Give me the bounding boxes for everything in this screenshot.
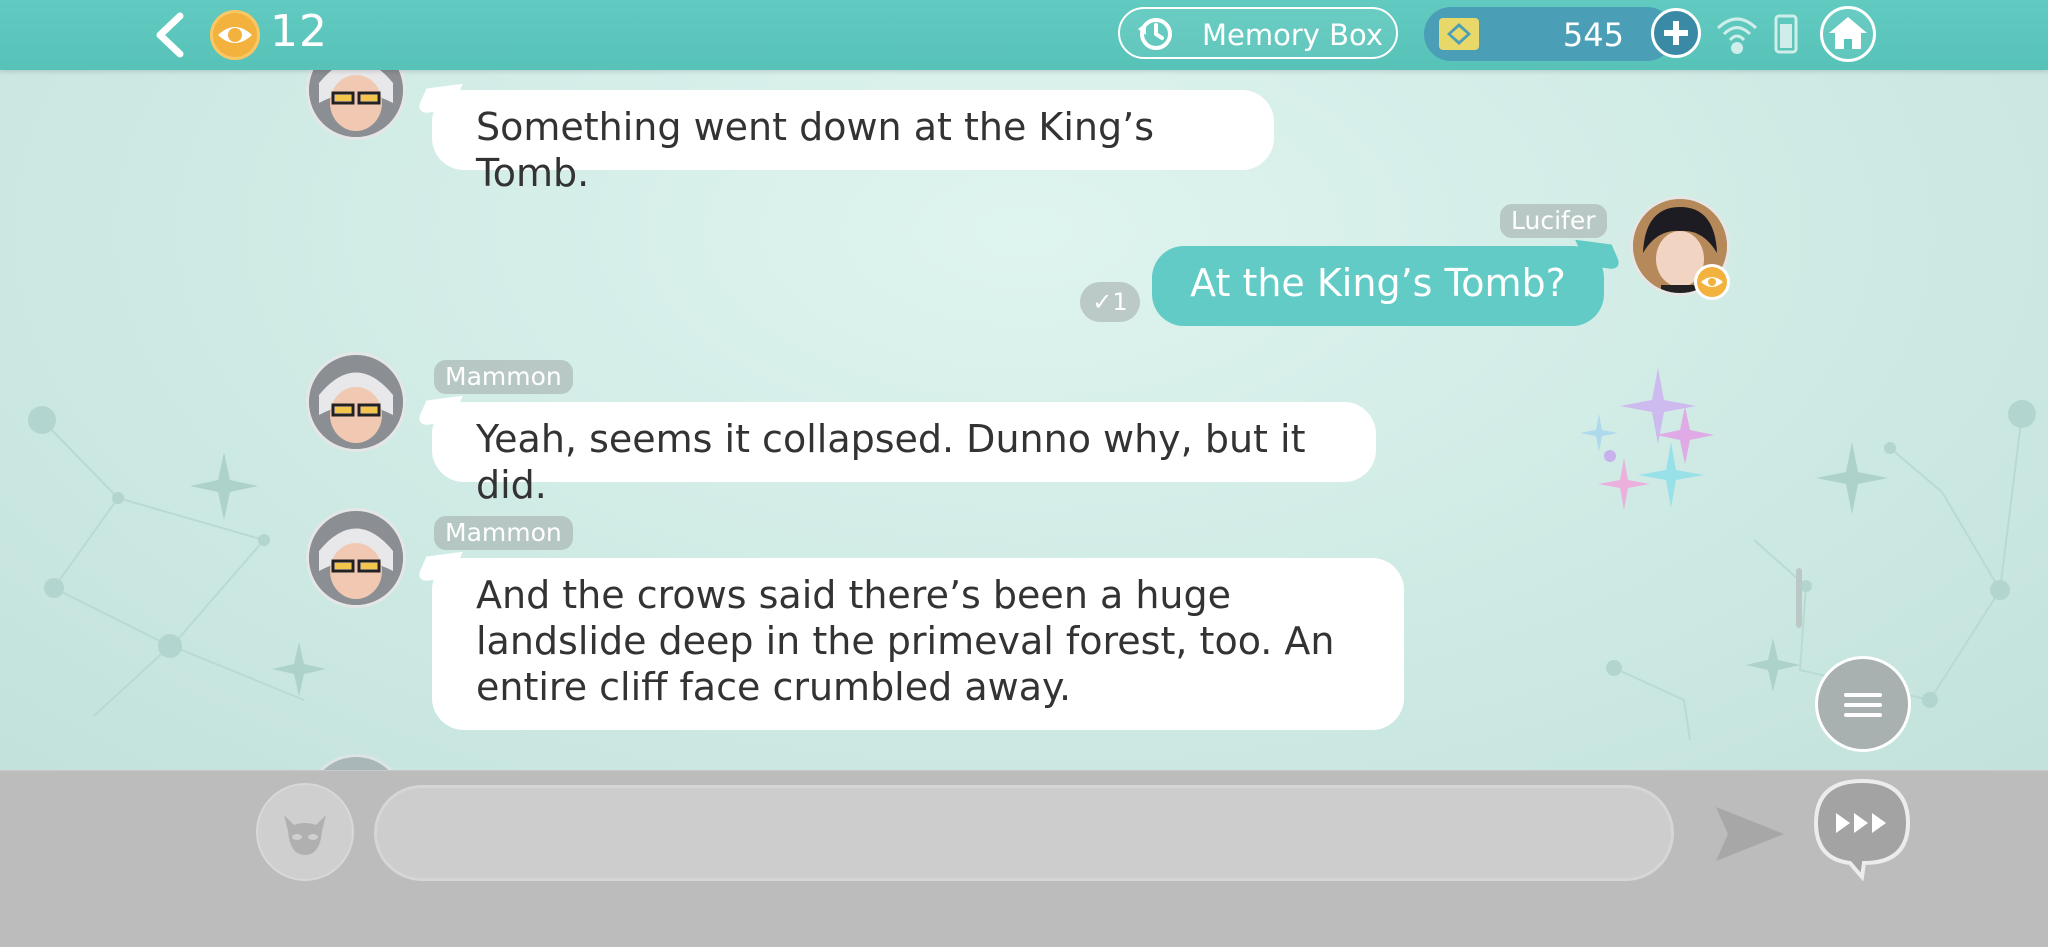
memory-box-label: Memory Box xyxy=(1202,18,1384,52)
gem-icon xyxy=(1439,18,1479,50)
speaker-name-tag: Mammon xyxy=(434,516,573,550)
mammon-avatar[interactable] xyxy=(306,508,406,608)
message-text: And the crows said there’s been a huge l… xyxy=(476,573,1335,709)
menu-button[interactable] xyxy=(1815,656,1911,752)
eye-count: 12 xyxy=(270,6,328,57)
add-currency-button[interactable] xyxy=(1651,8,1701,58)
speaker-name-tag: Mammon xyxy=(434,360,573,394)
mammon-avatar[interactable] xyxy=(306,352,406,452)
chat-background: Mammon Something went down at the King’s… xyxy=(0,0,2048,770)
history-icon xyxy=(1138,18,1172,50)
currency-display: 545 xyxy=(1424,7,1674,61)
message-bubble: Something went down at the King’s Tomb. xyxy=(432,90,1274,195)
menu-icon xyxy=(1844,693,1882,697)
message-text: At the King’s Tomb? xyxy=(1190,261,1566,305)
top-bar: 12 Memory Box 545 xyxy=(0,0,2048,70)
send-icon[interactable] xyxy=(1712,799,1788,869)
fast-forward-icon[interactable] xyxy=(1812,777,1912,881)
currency-amount: 545 xyxy=(1562,16,1624,54)
message-input-bar xyxy=(0,770,2048,947)
devil-face-icon xyxy=(284,815,326,855)
stamp-button[interactable] xyxy=(256,783,354,881)
scroll-indicator[interactable] xyxy=(1796,568,1802,628)
memory-box-button[interactable]: Memory Box xyxy=(1118,7,1398,59)
home-icon xyxy=(1829,17,1867,49)
home-button[interactable] xyxy=(1820,6,1876,62)
speaker-name-tag: Lucifer xyxy=(1500,204,1607,238)
eye-icon xyxy=(210,10,260,60)
seen-eye-icon xyxy=(1694,264,1730,300)
sparkle-decoration xyxy=(1580,368,1714,510)
message-bubble: And the crows said there’s been a huge l… xyxy=(432,558,1404,730)
message-bubble: At the King’s Tomb? xyxy=(1152,246,1604,326)
wifi-icon xyxy=(1716,14,1798,54)
back-chevron-icon[interactable] xyxy=(150,12,190,58)
read-receipt-badge: ✓1 xyxy=(1080,282,1140,322)
message-bubble: Yeah, seems it collapsed. Dunno why, but… xyxy=(432,402,1376,507)
chat-input[interactable] xyxy=(374,785,1674,881)
